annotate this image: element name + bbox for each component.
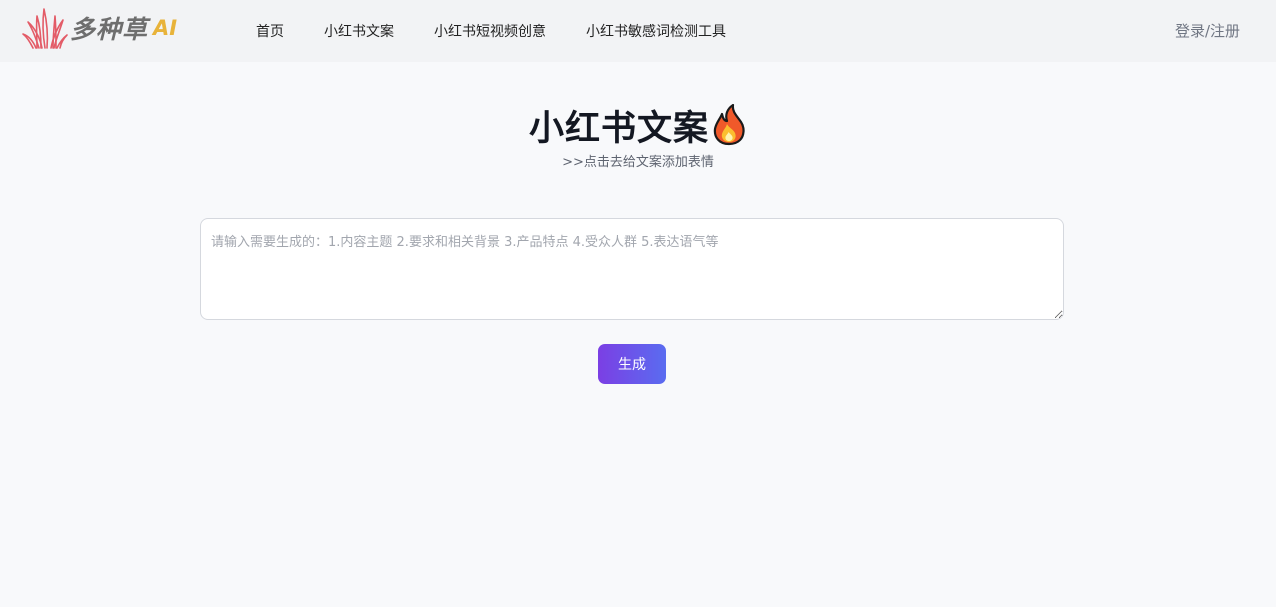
page-title: 小红书文案 [0,100,1276,151]
page-title-text: 小红书文案 [528,109,709,149]
nav-xiaohongshu-copy[interactable]: 小红书文案 [324,21,394,41]
add-emoji-link[interactable]: >>点击去给文案添加表情 [0,151,1276,170]
login-register-link[interactable]: 登录/注册 [1175,20,1240,41]
logo-text: 多种草 [70,15,149,44]
grass-logo-icon [22,8,68,49]
top-navbar: 多种草 AI 首页 小红书文案 小红书短视频创意 小红书敏感词检测工具 登录/注… [0,0,1276,62]
nav-sensitive-word-checker[interactable]: 小红书敏感词检测工具 [586,21,726,41]
logo-ai-badge: AI [153,16,178,40]
generate-button[interactable]: 生成 [598,344,666,384]
fire-icon [713,104,745,146]
nav-home[interactable]: 首页 [256,21,284,41]
logo[interactable]: 多种草 AI [22,5,177,51]
nav-short-video-ideas[interactable]: 小红书短视频创意 [434,21,546,41]
prompt-input[interactable] [200,218,1064,320]
